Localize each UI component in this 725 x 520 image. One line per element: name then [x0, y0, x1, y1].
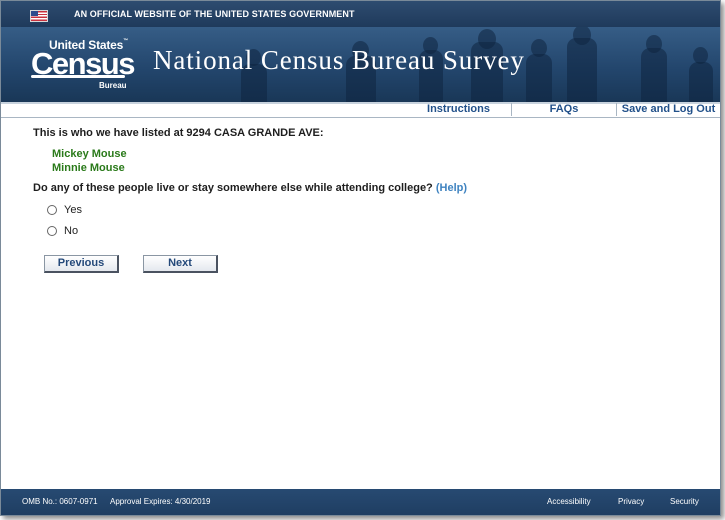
approval-expires: Approval Expires: 4/30/2019 — [110, 497, 211, 506]
omb-number: OMB No.: 0607-0971 — [22, 497, 98, 506]
option-no[interactable]: No — [47, 224, 78, 238]
yes-radio[interactable] — [47, 205, 57, 215]
official-gov-banner: AN OFFICIAL WEBSITE OF THE UNITED STATES… — [1, 1, 720, 27]
nav-instructions-link[interactable]: Instructions — [406, 103, 512, 116]
site-title: National Census Bureau Survey — [153, 45, 525, 75]
us-flag-icon — [30, 10, 48, 22]
nav-faqs-link[interactable]: FAQs — [512, 103, 617, 116]
household-intro: This is who we have listed at 9294 CASA … — [33, 127, 324, 139]
footer-privacy-link[interactable]: Privacy — [618, 497, 644, 506]
survey-question: Do any of these people live or stay some… — [33, 182, 468, 194]
next-button[interactable]: Next — [143, 255, 218, 273]
official-banner-text: AN OFFICIAL WEBSITE OF THE UNITED STATES… — [74, 9, 355, 19]
no-label: No — [64, 225, 79, 237]
help-link[interactable]: (Help) — [436, 182, 467, 194]
browser-frame: AN OFFICIAL WEBSITE OF THE UNITED STATES… — [0, 0, 721, 516]
footer-security-link[interactable]: Security — [670, 497, 699, 506]
previous-button[interactable]: Previous — [44, 255, 119, 273]
yes-label: Yes — [64, 204, 82, 216]
option-yes[interactable]: Yes — [47, 203, 82, 217]
person-name: Minnie Mouse — [52, 162, 125, 174]
no-radio[interactable] — [47, 226, 57, 236]
site-footer: OMB No.: 0607-0971 Approval Expires: 4/3… — [1, 489, 720, 515]
footer-accessibility-link[interactable]: Accessibility — [547, 497, 591, 506]
person-name: Mickey Mouse — [52, 148, 127, 160]
census-bureau-logo[interactable]: United States™ Census Bureau — [29, 37, 139, 95]
nav-save-logout-link[interactable]: Save and Log Out — [617, 103, 720, 116]
site-header: United States™ Census Bureau National Ce… — [1, 27, 720, 102]
